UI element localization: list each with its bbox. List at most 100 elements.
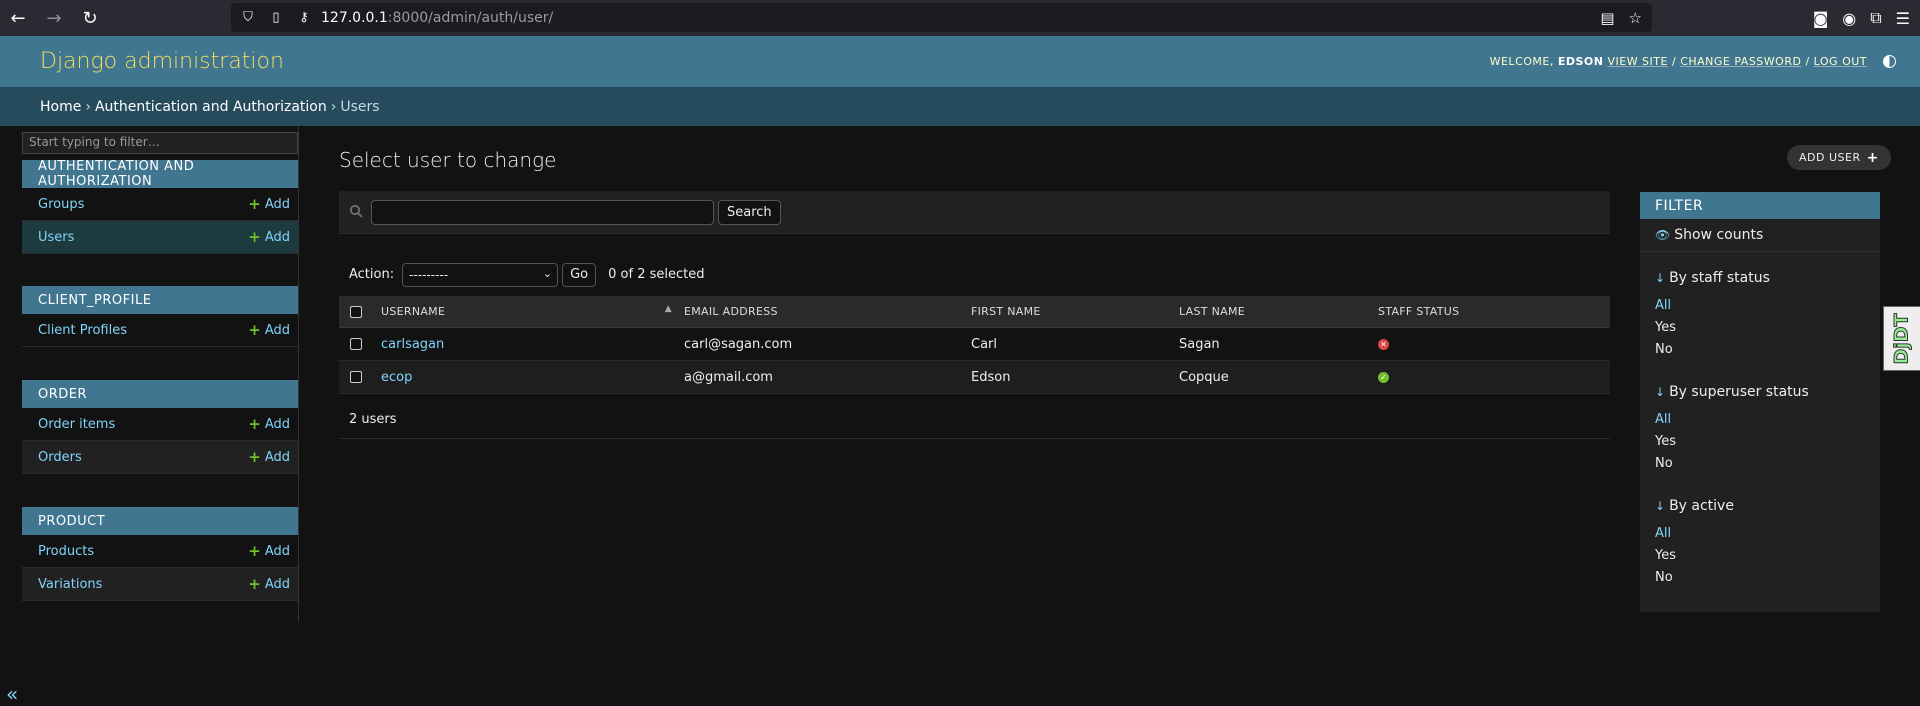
show-counts-label[interactable]: Show counts — [1674, 227, 1763, 243]
log-out-link[interactable]: LOG OUT — [1814, 55, 1867, 68]
url-text[interactable]: 127.0.0.1:8000/admin/auth/user/ — [321, 10, 553, 26]
breadcrumb-current: Users — [340, 98, 380, 115]
reload-icon[interactable]: ↻ — [72, 0, 108, 36]
username-link[interactable]: ecop — [373, 370, 678, 385]
add-client-profiles-link[interactable]: + Add — [248, 321, 290, 339]
add-label: Add — [264, 416, 290, 432]
table-row: ecop a@gmail.com Edson Copque ✓ — [339, 361, 1610, 394]
add-products-link[interactable]: + Add — [248, 542, 290, 560]
filter-option-yes[interactable]: Yes — [1655, 434, 1809, 450]
column-label[interactable]: USERNAME — [381, 305, 445, 318]
pocket-icon[interactable]: ◙ — [1813, 9, 1829, 28]
add-groups-link[interactable]: + Add — [248, 195, 290, 213]
filter-title[interactable]: ↓ By active — [1655, 498, 1734, 514]
theme-toggle-icon[interactable] — [1883, 55, 1896, 68]
filter-title[interactable]: ↓ By staff status — [1655, 270, 1770, 286]
go-button[interactable]: Go — [562, 262, 597, 287]
plus-icon: + — [1866, 149, 1879, 166]
add-user-button[interactable]: ADD USER + — [1787, 145, 1891, 170]
sidebar-item-label[interactable]: Orders — [38, 450, 82, 465]
last-name-cell: Copque — [1179, 369, 1229, 385]
search-button[interactable]: Search — [718, 200, 781, 225]
add-variations-link[interactable]: + Add — [248, 575, 290, 593]
forward-icon[interactable]: → — [36, 0, 72, 36]
sidebar-item-users[interactable]: Users + Add — [22, 221, 298, 254]
debug-toolbar-handle[interactable]: DjDT — [1883, 306, 1920, 371]
add-users-link[interactable]: + Add — [248, 228, 290, 246]
menu-icon[interactable]: ☰ — [1896, 9, 1910, 28]
sidebar-item-label[interactable]: Order items — [38, 417, 115, 432]
site-brand[interactable]: Django administration — [40, 49, 284, 74]
sidebar-item-client-profiles[interactable]: Client Profiles + Add — [22, 314, 298, 347]
column-username[interactable]: USERNAME ▲ — [373, 304, 678, 318]
collapse-sidebar-icon[interactable]: « — [6, 682, 18, 706]
sidebar-item-orders[interactable]: Orders + Add — [22, 441, 298, 474]
filter-option-yes[interactable]: Yes — [1655, 320, 1770, 336]
module-caption[interactable]: PRODUCT — [22, 507, 298, 535]
sidebar-item-label[interactable]: Client Profiles — [38, 323, 127, 338]
nav-filter-input[interactable]: Start typing to filter… — [22, 132, 298, 154]
sidebar-item-label[interactable]: Products — [38, 544, 94, 559]
column-email[interactable]: EMAIL ADDRESS — [678, 305, 965, 318]
module-order: ORDER Order items + Add Orders + Add — [22, 380, 298, 474]
first-name-cell: Carl — [971, 336, 997, 352]
breadcrumb-home[interactable]: Home — [40, 99, 81, 115]
sidebar-item-label[interactable]: Users — [38, 230, 74, 245]
add-order-items-link[interactable]: + Add — [248, 415, 290, 433]
filter-option-all[interactable]: All — [1655, 412, 1809, 428]
add-orders-link[interactable]: + Add — [248, 448, 290, 466]
username-label: EDSON — [1557, 55, 1604, 68]
column-first-name[interactable]: FIRST NAME — [965, 305, 1173, 318]
row-checkbox[interactable] — [350, 371, 362, 383]
email-cell: a@gmail.com — [684, 369, 773, 385]
sidebar-item-label[interactable]: Variations — [38, 577, 102, 592]
sidebar-item-groups[interactable]: Groups + Add — [22, 188, 298, 221]
email-cell: carl@sagan.com — [684, 336, 793, 352]
row-checkbox[interactable] — [350, 338, 362, 350]
shield-icon[interactable]: ⛉ — [237, 10, 259, 25]
action-select-value: --------- — [409, 267, 449, 282]
extensions-icon[interactable]: ⧉ — [1870, 8, 1881, 28]
filter-option-no[interactable]: No — [1655, 456, 1809, 472]
breadcrumb-app[interactable]: Authentication and Authorization — [95, 99, 327, 115]
filter-option-all[interactable]: All — [1655, 298, 1770, 314]
view-site-link[interactable]: VIEW SITE — [1607, 55, 1668, 68]
show-counts-link[interactable]: 👁 Show counts — [1640, 219, 1880, 252]
filter-option-no[interactable]: No — [1655, 342, 1770, 358]
select-all-checkbox[interactable] — [350, 305, 362, 318]
reader-view-icon[interactable]: ▤ — [1600, 9, 1614, 27]
plus-icon: + — [248, 575, 261, 593]
address-bar[interactable]: ⛉ ▯ ⚷ 127.0.0.1:8000/admin/auth/user/ ▤ … — [231, 3, 1652, 32]
page-title: Select user to change — [339, 148, 557, 172]
filter-option-all[interactable]: All — [1655, 526, 1734, 542]
account-icon[interactable]: ◉ — [1842, 9, 1856, 28]
arrow-down-icon: ↓ — [1655, 385, 1666, 399]
sort-ascending-icon[interactable]: ▲ — [665, 304, 672, 314]
filter-title[interactable]: ↓ By superuser status — [1655, 384, 1809, 400]
module-caption[interactable]: ORDER — [22, 380, 298, 408]
filter-option-yes[interactable]: Yes — [1655, 548, 1734, 564]
search-input[interactable] — [371, 200, 714, 225]
action-label: Action: — [349, 267, 395, 282]
sidebar-item-variations[interactable]: Variations + Add — [22, 568, 298, 601]
sidebar-item-products[interactable]: Products + Add — [22, 535, 298, 568]
column-staff-status[interactable]: STAFF STATUS — [1372, 305, 1602, 318]
sidebar-item-order-items[interactable]: Order items + Add — [22, 408, 298, 441]
debug-toolbar-label[interactable]: DjDT — [1891, 312, 1914, 364]
plus-icon: + — [248, 228, 261, 246]
module-caption[interactable]: AUTHENTICATION AND AUTHORIZATION — [22, 159, 298, 189]
site-header: Django administration WELCOME, EDSON VIE… — [0, 36, 1920, 87]
change-password-link[interactable]: CHANGE PASSWORD — [1680, 55, 1801, 68]
username-link[interactable]: carlsagan — [373, 337, 678, 352]
sidebar-item-label[interactable]: Groups — [38, 197, 84, 212]
action-select[interactable]: --------- ⌄ — [402, 262, 559, 287]
key-icon[interactable]: ⚷ — [293, 10, 315, 25]
column-last-name[interactable]: LAST NAME — [1173, 305, 1372, 318]
filter-option-no[interactable]: No — [1655, 570, 1734, 586]
bookmark-star-icon[interactable]: ☆ — [1629, 9, 1642, 27]
module-caption[interactable]: CLIENT_PROFILE — [22, 286, 298, 314]
module-product: PRODUCT Products + Add Variations + Add — [22, 507, 298, 601]
back-icon[interactable]: ← — [0, 0, 36, 36]
chevron-down-icon: ⌄ — [542, 266, 553, 280]
breadcrumb-separator: › — [85, 98, 91, 115]
